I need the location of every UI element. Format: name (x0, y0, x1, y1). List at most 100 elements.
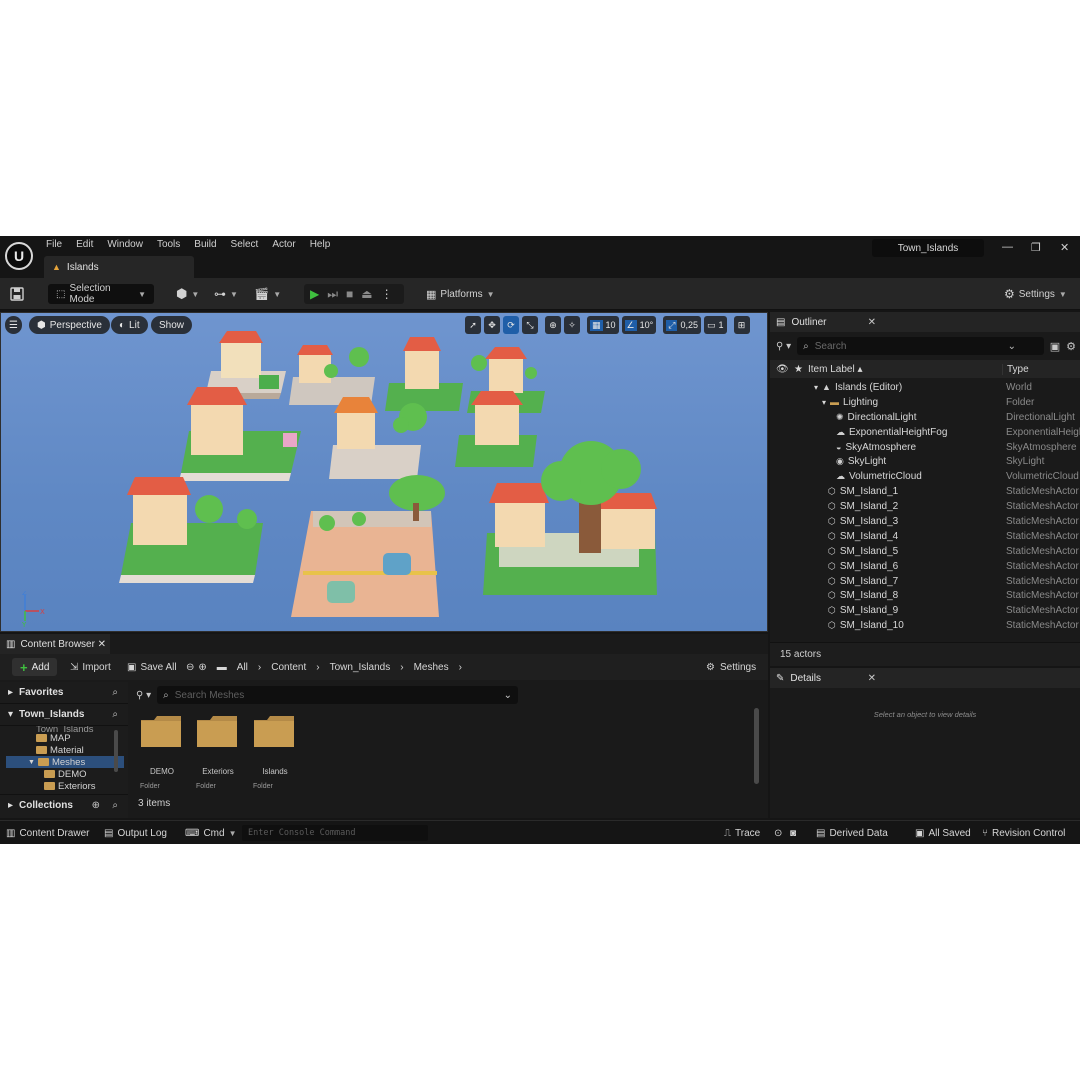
details-tab[interactable]: ✎ Details ✕ (770, 668, 1080, 688)
outliner-search-input[interactable]: ⌕ Search ⌄ (797, 337, 1044, 355)
breadcrumb-town-islands[interactable]: Town_Islands (330, 662, 391, 673)
tree-item-map[interactable]: MAP (6, 732, 124, 744)
eject-icon[interactable]: ⏏ (361, 287, 372, 301)
play-icon[interactable]: ▶ (310, 287, 319, 301)
add-collection-icon[interactable]: ⊕ (92, 800, 100, 811)
menu-tools[interactable]: Tools (157, 239, 188, 251)
outliner-tab[interactable]: ▤ Outliner ✕ (770, 312, 1080, 332)
stop-icon[interactable]: ■ (346, 287, 353, 301)
select-icon[interactable]: ➚ (465, 316, 481, 334)
save-icon[interactable] (10, 284, 24, 304)
outliner-row[interactable]: ⬡ SM_Island_9 StaticMeshActor (770, 603, 1080, 618)
asset-tile-demo[interactable]: DEMO Folder (140, 714, 184, 790)
outliner-row[interactable]: ⬡ SM_Island_1 StaticMeshActor (770, 484, 1080, 499)
surface-snap-icon[interactable]: ✧ (564, 316, 580, 334)
chevron-down-icon[interactable]: ▾ (822, 398, 826, 407)
scale-icon[interactable]: ⤡ (522, 316, 538, 334)
outliner-row[interactable]: ⬡ SM_Island_3 StaticMeshActor (770, 514, 1080, 529)
record-icon[interactable]: ⊙ (774, 826, 782, 840)
asset-search-input[interactable]: ⌕ Search Meshes ⌄ (157, 686, 518, 704)
filter-icon[interactable]: ⚲ ▾ (776, 341, 791, 352)
close-tab-icon[interactable]: ✕ (868, 673, 876, 684)
level-tab[interactable]: ▲ Islands (44, 256, 194, 278)
perspective-button[interactable]: ⬢ Perspective (29, 316, 110, 334)
scale-snap-toggle[interactable]: ⤢ 0,25 (663, 316, 701, 334)
breadcrumb-meshes[interactable]: Meshes (414, 662, 449, 673)
folder-tree-icon[interactable]: ▬ (217, 662, 227, 673)
menu-build[interactable]: Build (194, 239, 224, 251)
chevron-down-icon[interactable]: ⌄ (1008, 341, 1016, 352)
settings-dropdown[interactable]: ⚙ Settings ▼ (1004, 284, 1067, 304)
add-folder-icon[interactable]: ▣ (1050, 340, 1060, 353)
outliner-row[interactable]: ▾ ▬ Lighting Folder (770, 395, 1080, 410)
console-input[interactable]: Enter Console Command (242, 825, 428, 841)
tree-item-meshes[interactable]: ▼ Meshes (6, 756, 124, 768)
filter-icon[interactable]: ⚲ ▾ (136, 690, 151, 701)
tree-item-demo[interactable]: DEMO (6, 768, 124, 780)
star-icon[interactable]: ★ (794, 364, 803, 375)
outliner-row[interactable]: ⬡ SM_Island_10 StaticMeshActor (770, 618, 1080, 633)
outliner-row[interactable]: ⬡ SM_Island_8 StaticMeshActor (770, 588, 1080, 603)
item-label-header[interactable]: Item Label ▴ (808, 364, 863, 375)
outliner-row[interactable]: ◉ SkyLight SkyLight (770, 454, 1080, 469)
more-options-icon[interactable]: ⋮ (381, 287, 393, 301)
restore-icon[interactable]: ❐ (1031, 241, 1041, 254)
maximize-viewport-icon[interactable]: ⊞ (733, 316, 750, 334)
chevron-down-icon[interactable]: ▾ (814, 383, 818, 392)
search-icon[interactable]: ⌕ (112, 709, 118, 720)
grid-snap-toggle[interactable]: ▦ 10 (587, 316, 619, 334)
outliner-row[interactable]: ⬡ SM_Island_5 StaticMeshActor (770, 544, 1080, 559)
tree-scrollbar[interactable] (114, 730, 118, 772)
gear-icon[interactable]: ⚙ (1066, 340, 1076, 353)
outliner-row[interactable]: ☁ ExponentialHeightFog ExponentialHeigl (770, 425, 1080, 440)
add-button[interactable]: + Add (12, 658, 58, 676)
unreal-logo-icon[interactable]: U (5, 242, 33, 270)
menu-window[interactable]: Window (107, 239, 151, 251)
favorites-section[interactable]: ▸ Favorites ⌕ (0, 682, 128, 704)
outliner-row[interactable]: ⬡ SM_Island_2 StaticMeshActor (770, 499, 1080, 514)
camera-speed-button[interactable]: ▭ 1 (703, 316, 727, 334)
breadcrumb-all[interactable]: All (237, 662, 248, 673)
outliner-row[interactable]: ☁ VolumetricCloud VolumetricCloud (770, 469, 1080, 484)
view-mode-button[interactable]: ◐ Lit (111, 316, 148, 334)
cb-settings-button[interactable]: ⚙ Settings (706, 658, 756, 676)
close-tab-icon[interactable]: ✕ (98, 639, 106, 650)
import-button[interactable]: ⇲ Import (70, 658, 111, 676)
cinematics-button[interactable]: 🎬︎ ▼ (254, 284, 281, 304)
menu-help[interactable]: Help (310, 239, 339, 251)
all-saved-button[interactable]: ▣ All Saved (915, 826, 971, 840)
revision-control-button[interactable]: ⑂ Revision Control (982, 826, 1065, 840)
rotation-snap-toggle[interactable]: ∠ 10° (621, 316, 657, 334)
outliner-row[interactable]: ◒ SkyAtmosphere SkyAtmosphere (770, 440, 1080, 455)
world-local-icon[interactable]: ⊕ (545, 316, 561, 334)
type-header[interactable]: Type (1002, 363, 1029, 375)
asset-tile-exteriors[interactable]: Exteriors Folder (196, 714, 240, 790)
platforms-dropdown[interactable]: ▦ Platforms ▼ (426, 284, 495, 304)
step-icon[interactable]: ⏭ (327, 287, 338, 302)
menu-select[interactable]: Select (231, 239, 267, 251)
viewport-menu-button[interactable]: ☰ (5, 316, 22, 334)
asset-tile-islands[interactable]: Islands Folder (253, 714, 297, 790)
add-actor-button[interactable]: ⬢ ▼ (176, 284, 199, 304)
trace-button[interactable]: ⎍ Trace (724, 826, 760, 840)
blueprint-button[interactable]: ⊶ ▼ (214, 284, 238, 304)
tree-item-exteriors[interactable]: Exteriors (6, 780, 124, 790)
output-log-button[interactable]: ▤ Output Log (104, 826, 167, 840)
screenshot-icon[interactable]: ◙ (790, 826, 796, 840)
outliner-row[interactable]: ⬡ SM_Island_4 StaticMeshActor (770, 529, 1080, 544)
asset-scrollbar[interactable] (754, 708, 759, 784)
search-icon[interactable]: ⌕ (112, 800, 118, 811)
outliner-row[interactable]: ⬡ SM_Island_6 StaticMeshActor (770, 559, 1080, 574)
forward-icon[interactable]: ⊕ (198, 662, 206, 673)
back-icon[interactable]: ⊖ (186, 662, 194, 673)
search-icon[interactable]: ⌕ (112, 687, 118, 698)
cmd-dropdown[interactable]: ⌨ Cmd ▼ (185, 826, 236, 840)
close-tab-icon[interactable]: ✕ (868, 317, 876, 328)
visibility-icon[interactable]: 👁︎ (776, 364, 789, 375)
minimize-icon[interactable]: — (1002, 241, 1013, 253)
outliner-row[interactable]: ⬡ SM_Island_7 StaticMeshActor (770, 574, 1080, 589)
content-drawer-button[interactable]: ▥ Content Drawer (6, 826, 89, 840)
show-button[interactable]: Show (151, 316, 193, 334)
derived-data-button[interactable]: ▤ Derived Data (816, 826, 888, 840)
project-section[interactable]: ▾ Town_Islands ⌕ (0, 704, 128, 726)
